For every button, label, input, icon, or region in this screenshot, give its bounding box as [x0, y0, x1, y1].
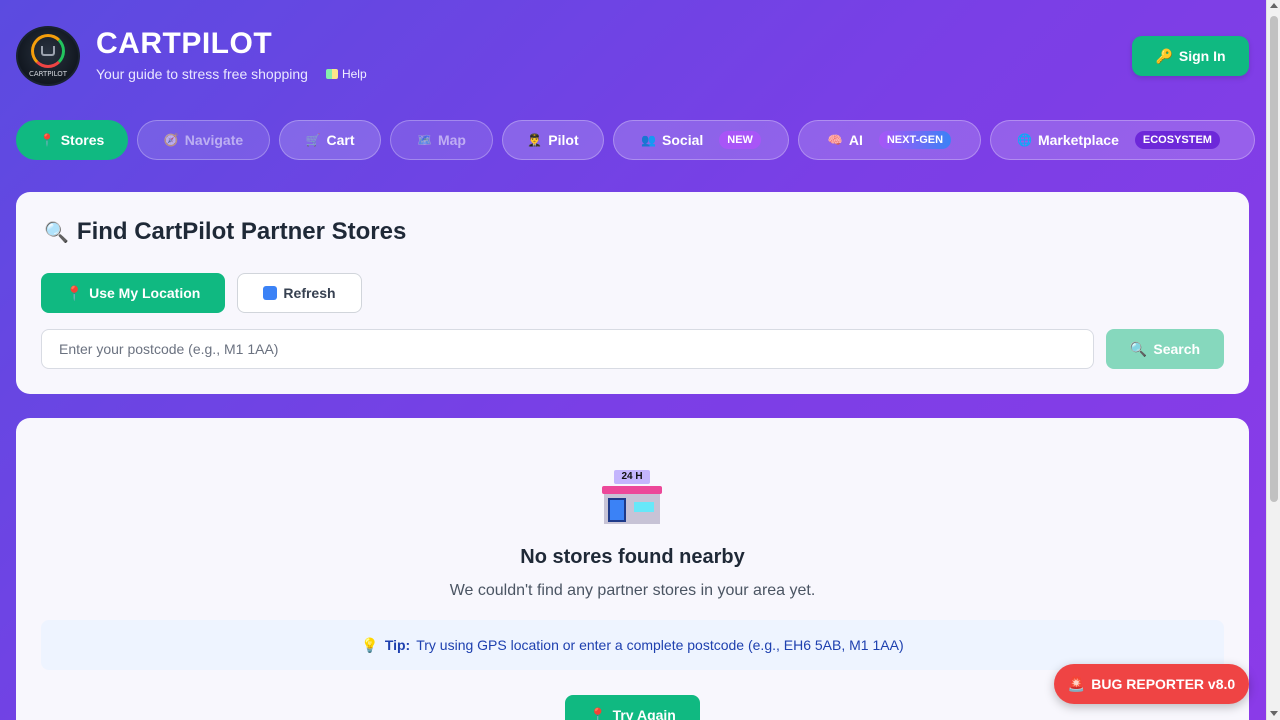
- try-again-label: Try Again: [612, 707, 676, 720]
- tab-navigate[interactable]: 🧭 Navigate: [137, 120, 270, 160]
- new-badge: NEW: [719, 131, 761, 149]
- tab-label: Navigate: [184, 132, 244, 148]
- tab-label: Stores: [60, 132, 105, 148]
- tip-text: Try using GPS location or enter a comple…: [416, 637, 904, 653]
- empty-state-subtitle: We couldn't find any partner stores in y…: [449, 582, 816, 599]
- refresh-icon: [263, 286, 278, 300]
- globe-icon: 🌐: [1017, 133, 1032, 147]
- main-nav: 📍 Stores 🧭 Navigate 🛒 Cart 🗺️ Map 👨‍✈️ P…: [16, 120, 1255, 160]
- cart-logo-icon: [31, 34, 65, 68]
- pin-icon: 📍: [589, 706, 607, 720]
- empty-state-title: No stores found nearby: [520, 546, 745, 568]
- key-icon: 🔑: [1155, 47, 1173, 64]
- tab-label: Map: [437, 132, 466, 148]
- pilot-icon: 👨‍✈️: [527, 133, 543, 147]
- store-sign: 24 H: [614, 470, 650, 484]
- magnifier-icon: 🔍: [44, 221, 69, 244]
- brain-icon: 🧠: [827, 133, 843, 147]
- use-location-label: Use My Location: [89, 285, 201, 301]
- tab-map[interactable]: 🗺️ Map: [390, 120, 493, 160]
- tab-label: Cart: [326, 132, 355, 148]
- siren-icon: 🚨: [1067, 675, 1086, 692]
- map-icon: 🗺️: [417, 133, 432, 147]
- search-icon: 🔍: [1129, 340, 1148, 357]
- use-my-location-button[interactable]: 📍 Use My Location: [41, 273, 225, 313]
- tab-label: Marketplace: [1037, 132, 1119, 148]
- scroll-up-arrow-icon[interactable]: [1270, 3, 1278, 8]
- tab-social[interactable]: 👥 Social NEW: [613, 120, 789, 160]
- refresh-label: Refresh: [283, 285, 336, 301]
- search-button[interactable]: 🔍 Search: [1106, 329, 1224, 369]
- brand: CARTPILOT Your guide to stress free shop…: [96, 26, 367, 82]
- scrollbar-thumb[interactable]: [1270, 16, 1278, 502]
- lightbulb-icon: 💡: [361, 636, 379, 653]
- postcode-input[interactable]: [41, 329, 1094, 369]
- tab-label: Social: [662, 132, 704, 148]
- ecosystem-badge: ECOSYSTEM: [1134, 131, 1220, 149]
- app-page: CARTPILOT CARTPILOT Your guide to stress…: [0, 0, 1266, 720]
- next-gen-badge: NEXT-GEN: [878, 131, 952, 149]
- tab-label: Pilot: [548, 132, 579, 148]
- sign-in-button[interactable]: 🔑 Sign In: [1132, 36, 1249, 76]
- cartpilot-logo[interactable]: CARTPILOT: [16, 26, 80, 86]
- logo-text: CARTPILOT: [28, 70, 68, 78]
- store-search-card: 🔍 Find CartPilot Partner Stores 📍 Use My…: [16, 192, 1249, 394]
- tip-box: 💡 Tip: Try using GPS location or enter a…: [41, 620, 1224, 670]
- compass-icon: 🧭: [163, 133, 179, 147]
- store-icon: 24 H: [602, 470, 662, 524]
- tab-label: AI: [848, 132, 863, 148]
- search-title-text: Find CartPilot Partner Stores: [76, 218, 407, 245]
- tab-ai[interactable]: 🧠 AI NEXT-GEN: [798, 120, 981, 160]
- bug-reporter-button[interactable]: 🚨 BUG REPORTER v8.0: [1054, 664, 1249, 704]
- scroll-down-arrow-icon[interactable]: [1270, 711, 1278, 716]
- tab-stores[interactable]: 📍 Stores: [16, 120, 128, 160]
- tab-pilot[interactable]: 👨‍✈️ Pilot: [502, 120, 604, 160]
- tab-cart[interactable]: 🛒 Cart: [279, 120, 381, 160]
- app-title: CARTPILOT: [96, 27, 273, 60]
- try-again-button[interactable]: 📍 Try Again: [565, 695, 700, 720]
- pin-icon: 📍: [65, 284, 84, 301]
- help-link[interactable]: Help: [325, 67, 367, 81]
- tip-label: Tip:: [384, 637, 411, 653]
- help-label: Help: [341, 67, 367, 81]
- bug-reporter-label: BUG REPORTER v8.0: [1091, 676, 1236, 692]
- page-scrollbar[interactable]: [1266, 0, 1280, 720]
- tagline: Your guide to stress free shopping: [96, 66, 308, 82]
- people-icon: 👥: [641, 133, 657, 147]
- refresh-button[interactable]: Refresh: [237, 273, 362, 313]
- search-card-title: 🔍 Find CartPilot Partner Stores: [44, 218, 406, 246]
- search-label: Search: [1153, 341, 1201, 357]
- pin-icon: 📍: [39, 133, 55, 147]
- cart-icon: 🛒: [305, 133, 321, 147]
- tab-marketplace[interactable]: 🌐 Marketplace ECOSYSTEM: [990, 120, 1255, 160]
- help-icon: [325, 69, 338, 79]
- sign-in-label: Sign In: [1178, 48, 1226, 64]
- header: CARTPILOT CARTPILOT Your guide to stress…: [16, 26, 1249, 86]
